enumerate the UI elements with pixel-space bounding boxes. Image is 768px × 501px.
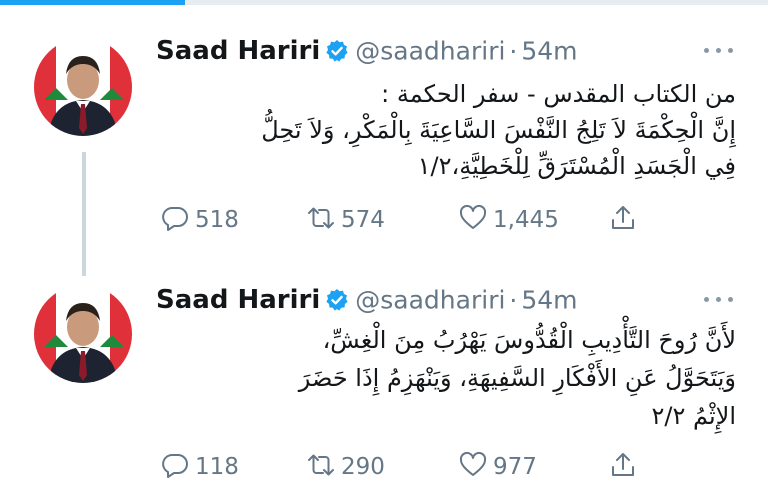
reply-count: 118	[195, 454, 239, 480]
like-count: 1,445	[493, 207, 559, 233]
top-tab-indicator	[0, 0, 768, 5]
reply-count: 518	[195, 207, 239, 233]
share-button[interactable]	[608, 202, 638, 238]
tweet-text-line: إِنَّ الْحِكْمَةَ لاَ تَلِجُ النَّفْسَ ا…	[261, 116, 736, 144]
active-tab-underline	[0, 0, 185, 5]
avatar[interactable]	[34, 285, 132, 383]
author-name[interactable]: Saad Hariri	[156, 285, 320, 315]
retweet-button[interactable]: 290	[306, 449, 385, 485]
like-button[interactable]: 1,445	[458, 202, 559, 238]
retweet-count: 574	[341, 207, 385, 233]
separator-dot: ·	[509, 285, 518, 315]
tweet-text: لأَنَّ رُوحَ التَّأْدِيبِ الْقُدُّوسَ يَ…	[156, 321, 736, 435]
more-options-icon[interactable]	[702, 289, 736, 309]
reply-icon	[160, 203, 190, 237]
share-button[interactable]	[608, 449, 638, 485]
retweet-count: 290	[341, 454, 385, 480]
like-button[interactable]: 977	[458, 449, 537, 485]
tweet-text-line: الإِثْمُ ٢/٢	[651, 402, 736, 430]
verified-badge-icon	[325, 39, 349, 63]
tweet-timestamp[interactable]: 54m	[521, 286, 577, 315]
tweet-actions: 118 290 977	[160, 449, 660, 485]
tweet-text: من الكتاب المقدس - سفر الحكمة : إِنَّ ال…	[156, 76, 736, 184]
retweet-icon	[306, 203, 336, 237]
more-options-icon[interactable]	[702, 40, 736, 60]
tweet-text-line: فِي الْجَسَدِ الْمُسْتَرَقِّ لِلْخَطِيَّ…	[417, 152, 736, 180]
avatar[interactable]	[34, 38, 132, 136]
retweet-icon	[306, 450, 336, 484]
share-icon	[608, 203, 638, 237]
verified-badge-icon	[325, 288, 349, 312]
tweet-text-line: وَيَتَحَوَّلُ عَنِ الأَفْكَارِ السَّفِيه…	[298, 364, 736, 392]
tweet-timestamp[interactable]: 54m	[521, 37, 577, 66]
tweet-header: Saad Hariri @saadhariri · 54m	[156, 285, 578, 321]
heart-icon	[458, 203, 488, 237]
separator-dot: ·	[509, 36, 518, 66]
author-name[interactable]: Saad Hariri	[156, 36, 320, 66]
author-handle[interactable]: @saadhariri	[355, 286, 505, 315]
tweet-actions: 518 574 1,445	[160, 202, 660, 238]
author-handle[interactable]: @saadhariri	[355, 37, 505, 66]
retweet-button[interactable]: 574	[306, 202, 385, 238]
like-count: 977	[493, 454, 537, 480]
reply-button[interactable]: 518	[160, 202, 239, 238]
tweet-text-line: من الكتاب المقدس - سفر الحكمة :	[381, 80, 736, 108]
tweet-header: Saad Hariri @saadhariri · 54m	[156, 36, 578, 72]
reply-button[interactable]: 118	[160, 449, 239, 485]
reply-icon	[160, 450, 190, 484]
thread-connector-line	[82, 152, 86, 276]
heart-icon	[458, 450, 488, 484]
tweet-text-line: لأَنَّ رُوحَ التَّأْدِيبِ الْقُدُّوسَ يَ…	[322, 326, 736, 354]
share-icon	[608, 450, 638, 484]
